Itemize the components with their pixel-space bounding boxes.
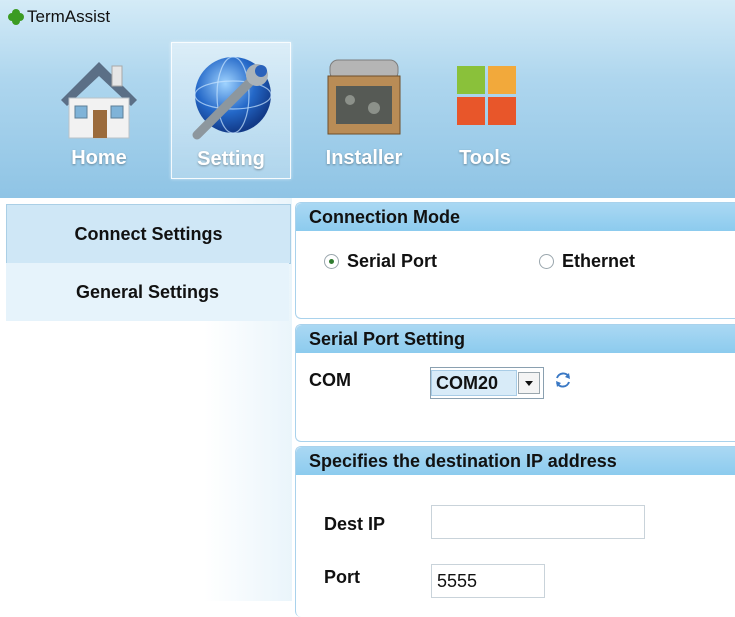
app-title-text: TermAssist <box>27 7 111 26</box>
sidebar-item-connect-settings[interactable]: Connect Settings <box>6 204 291 264</box>
port-label: Port <box>324 567 360 587</box>
toolbar-installer-label: Installer <box>325 147 403 169</box>
sidebar-item-label: General Settings <box>75 281 220 302</box>
refresh-icon[interactable] <box>552 369 574 391</box>
radio-checked-icon[interactable] <box>324 254 339 269</box>
destination-ip-group: Specifies the destination IP address Des… <box>295 446 735 617</box>
connection-mode-title: Connection Mode <box>296 203 735 231</box>
toolbar-home-label: Home <box>71 147 127 169</box>
port-input[interactable]: 5555 <box>431 564 545 598</box>
serial-port-group: Serial Port Setting COM COM20 <box>295 324 735 442</box>
toolbar-setting-label: Setting <box>197 148 265 170</box>
serial-port-title: Serial Port Setting <box>296 325 735 353</box>
app-title: TermAssist <box>8 5 110 29</box>
toolbar-tools-label: Tools <box>459 147 511 169</box>
clover-logo-icon <box>8 9 24 25</box>
settings-content: Connection Mode Serial Port Ethernet Ser… <box>292 198 735 617</box>
radio-serial-port[interactable]: Serial Port <box>324 251 437 272</box>
toolbar-installer-button[interactable]: Installer <box>318 42 410 177</box>
globe-wrench-icon <box>192 56 272 140</box>
radio-ethernet-label: Ethernet <box>562 251 636 271</box>
connection-mode-group: Connection Mode Serial Port Ethernet <box>295 202 735 319</box>
radio-unchecked-icon[interactable] <box>539 254 554 269</box>
toolbar-setting-button[interactable]: Setting <box>171 42 291 179</box>
toolbar-home-button[interactable]: Home <box>48 42 150 177</box>
sidebar-item-general-settings[interactable]: General Settings <box>6 263 289 321</box>
tiles-icon <box>457 66 516 125</box>
dest-ip-input[interactable] <box>431 505 645 539</box>
sidebar-item-label: Connect Settings <box>74 223 223 244</box>
installer-box-icon <box>327 59 401 135</box>
toolbar-tools-button[interactable]: Tools <box>440 42 530 177</box>
header-toolbar: TermAssist Home Setting Installer Tools <box>0 0 735 198</box>
house-icon <box>61 62 137 139</box>
destination-ip-title: Specifies the destination IP address <box>296 447 735 475</box>
com-label: COM <box>309 370 351 390</box>
radio-serial-port-label: Serial Port <box>347 251 438 271</box>
settings-sidebar: Connect Settings General Settings <box>0 198 292 601</box>
com-port-value: COM20 <box>431 370 517 396</box>
radio-ethernet[interactable]: Ethernet <box>539 251 635 272</box>
chevron-down-icon[interactable] <box>518 372 540 394</box>
com-port-select[interactable]: COM20 <box>430 367 544 399</box>
dest-ip-label: Dest IP <box>324 514 386 534</box>
